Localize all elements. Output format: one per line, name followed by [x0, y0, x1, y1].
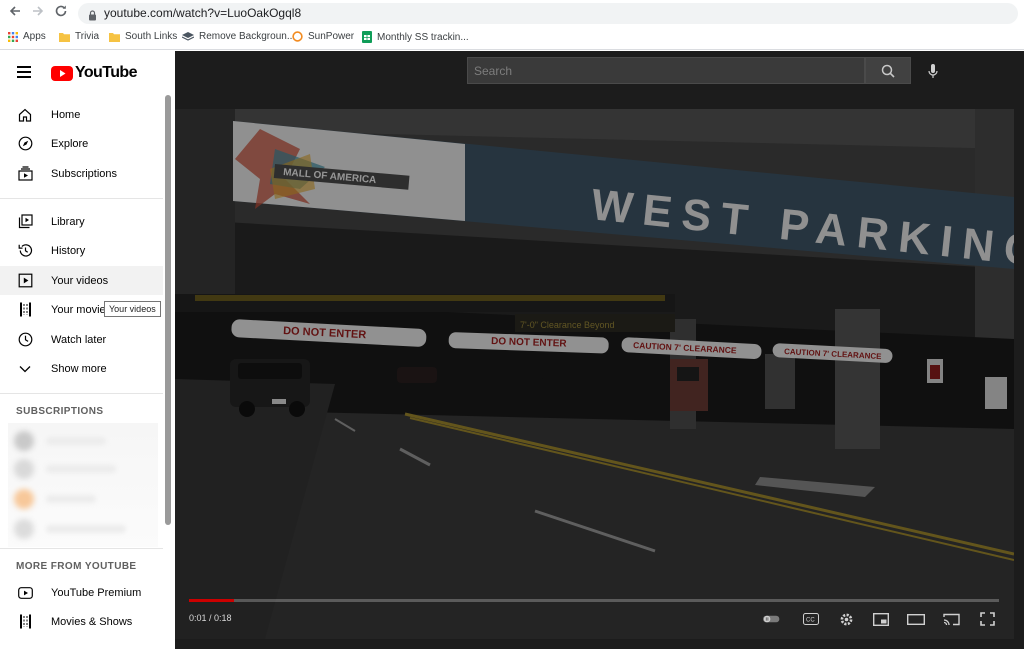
lock-icon — [88, 8, 97, 26]
sidebar-item-library[interactable]: Library — [0, 207, 163, 236]
bookmark-label: Monthly SS trackin... — [377, 31, 469, 43]
subscriptions-list-blurred — [8, 423, 158, 547]
youtube-premium-icon — [17, 585, 33, 601]
microphone-icon — [928, 63, 938, 78]
blurred-text — [46, 465, 116, 473]
clock-icon — [17, 332, 33, 348]
home-icon — [17, 107, 33, 123]
forward-arrow-icon[interactable] — [29, 4, 47, 22]
film-icon — [17, 614, 33, 630]
film-icon — [17, 302, 33, 318]
avatar — [14, 519, 34, 539]
sidebar-item-label: Library — [51, 215, 85, 228]
bookmark-label: SunPower — [308, 31, 355, 42]
sidebar-item-label: Your videos — [51, 274, 109, 287]
youtube-logo[interactable]: YouTube — [51, 64, 137, 82]
folder-icon — [109, 32, 120, 42]
video-player[interactable]: 7'-0" Clearance Beyond MALL OF AMERICA W… — [175, 109, 1014, 639]
blurred-text — [46, 495, 96, 503]
miniplayer-icon[interactable] — [872, 611, 890, 627]
sidebar-item-watch-later[interactable]: Watch later — [0, 325, 163, 354]
compass-icon — [17, 136, 33, 152]
tooltip: Your videos — [104, 301, 161, 317]
sidebar-scrollbar[interactable] — [165, 95, 171, 525]
subscriptions-icon — [17, 166, 33, 182]
browser-toolbar: youtube.com/watch?v=LuoOakOgql8 — [0, 0, 1024, 26]
captions-icon[interactable]: CC — [802, 611, 820, 627]
avatar — [14, 459, 34, 479]
bookmark-label: Trivia — [75, 31, 100, 42]
divider — [0, 548, 163, 549]
time-display: 0:01 / 0:18 — [189, 613, 232, 623]
url-text: youtube.com/watch?v=LuoOakOgql8 — [104, 6, 302, 20]
sidebar-item-label: Home — [51, 108, 81, 121]
divider — [0, 393, 163, 394]
theater-mode-icon[interactable] — [907, 611, 925, 627]
bookmark-south-links[interactable]: South Links — [109, 31, 177, 42]
folder-icon — [59, 32, 70, 42]
sidebar-item-label: YouTube Premium — [51, 586, 142, 599]
youtube-page: 7'-0" Clearance Beyond MALL OF AMERICA W… — [0, 51, 1024, 649]
sidebar-item-subscriptions[interactable]: Subscriptions — [0, 159, 163, 188]
avatar — [14, 431, 34, 451]
progress-fill — [189, 599, 235, 602]
sidebar-item-label: Show more — [51, 362, 107, 375]
cast-icon[interactable] — [942, 611, 960, 627]
hamburger-menu-icon[interactable] — [17, 66, 31, 78]
sidebar-item-history[interactable]: History — [0, 236, 163, 265]
bookmark-label: Remove Backgroun... — [199, 31, 296, 42]
sidebar-item-label: History — [51, 244, 86, 257]
bookmark-label: Apps — [23, 31, 46, 42]
bookmark-sunpower[interactable]: SunPower — [292, 31, 354, 42]
bookmark-trivia[interactable]: Trivia — [59, 31, 99, 42]
fullscreen-icon[interactable] — [978, 611, 996, 627]
video-controls: 0:01 / 0:18 CC — [175, 599, 1014, 639]
your-videos-icon — [17, 273, 33, 289]
sidebar-item-label: Watch later — [51, 333, 107, 346]
guide-sidebar: YouTube Home Explore Subscriptions Libra… — [0, 51, 175, 649]
library-icon — [17, 214, 33, 230]
layers-icon — [182, 32, 194, 41]
sidebar-item-label: Movies & Shows — [51, 615, 133, 628]
circle-icon — [292, 31, 303, 42]
search-button[interactable] — [865, 57, 911, 84]
more-from-youtube-heading: MORE FROM YOUTUBE — [16, 561, 137, 572]
sidebar-item-movies-shows[interactable]: Movies & Shows — [0, 607, 163, 636]
bookmark-label: South Links — [125, 31, 178, 42]
search-icon — [881, 64, 895, 78]
bookmarks-bar: Apps Trivia South Links Remove Backgroun… — [0, 26, 1024, 50]
bookmark-apps[interactable]: Apps — [8, 31, 46, 42]
youtube-play-logo-icon — [51, 65, 73, 81]
sidebar-item-your-videos[interactable]: Your videos — [0, 266, 163, 295]
bookmark-monthly-ss[interactable]: Monthly SS trackin... — [362, 31, 469, 43]
address-bar[interactable]: youtube.com/watch?v=LuoOakOgql8 — [78, 3, 1018, 24]
history-icon — [17, 243, 33, 259]
svg-text:CC: CC — [806, 618, 815, 624]
sidebar-item-show-more[interactable]: Show more — [0, 354, 163, 383]
back-arrow-icon[interactable] — [6, 4, 24, 22]
sidebar-item-label: Subscriptions — [51, 167, 118, 180]
bookmark-remove-background[interactable]: Remove Backgroun... — [182, 31, 295, 42]
apps-grid-icon — [8, 31, 18, 42]
search-box[interactable] — [467, 57, 865, 84]
settings-gear-icon[interactable] — [837, 611, 855, 627]
blurred-text — [46, 525, 126, 533]
chevron-down-icon — [17, 361, 33, 377]
sidebar-item-explore[interactable]: Explore — [0, 129, 163, 158]
avatar — [14, 489, 34, 509]
reload-icon[interactable] — [52, 4, 70, 22]
voice-search-button[interactable] — [922, 60, 944, 82]
divider — [0, 198, 163, 199]
subscriptions-heading: SUBSCRIPTIONS — [16, 406, 104, 417]
sidebar-item-youtube-premium[interactable]: YouTube Premium — [0, 578, 163, 607]
sidebar-item-home[interactable]: Home — [0, 100, 163, 129]
autoplay-toggle-icon[interactable] — [763, 611, 781, 627]
sidebar-item-label: Your movies — [51, 303, 112, 316]
sheets-icon — [362, 31, 372, 43]
blurred-text — [46, 437, 106, 445]
dim-overlay — [175, 109, 1014, 639]
progress-bar[interactable] — [189, 599, 999, 602]
search-input[interactable] — [468, 58, 864, 83]
sidebar-item-label: Explore — [51, 137, 89, 150]
